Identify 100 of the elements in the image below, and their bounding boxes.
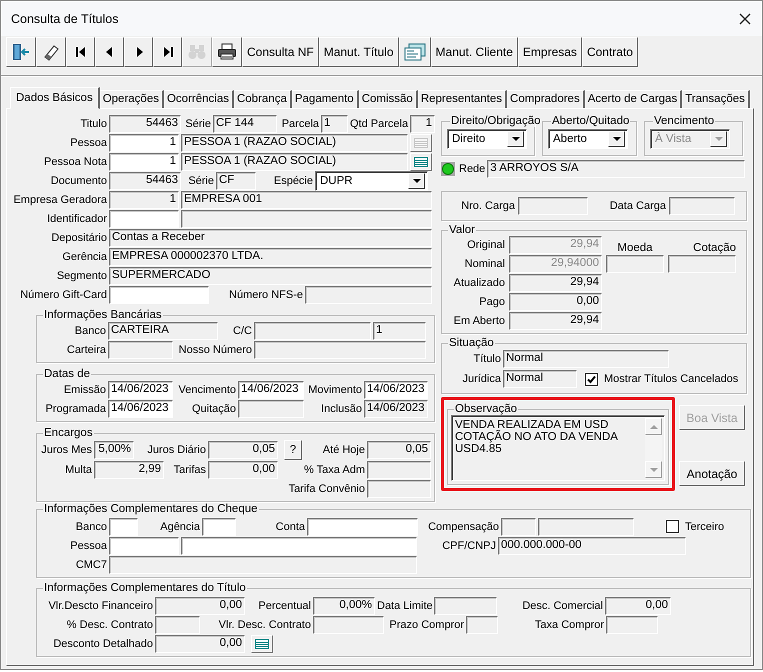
text-field[interactable]: EMPRESA 001 <box>181 190 432 208</box>
text-field[interactable] <box>518 197 588 215</box>
toolbar-button[interactable] <box>153 37 182 67</box>
text-field[interactable] <box>109 286 209 304</box>
list-button[interactable] <box>410 152 432 170</box>
text-field[interactable]: 1 <box>410 114 435 132</box>
toolbar-button[interactable] <box>6 37 36 67</box>
text-field[interactable] <box>606 616 658 634</box>
help-button[interactable]: ? <box>284 440 302 460</box>
text-field[interactable]: 0,00 <box>155 596 245 614</box>
text-field[interactable] <box>109 536 179 554</box>
text-field[interactable] <box>669 197 735 215</box>
tab[interactable]: Operações <box>100 90 164 108</box>
text-field[interactable] <box>181 210 432 228</box>
checkbox[interactable] <box>585 372 598 386</box>
text-field[interactable] <box>109 556 417 574</box>
text-field[interactable]: 54463 <box>109 114 181 132</box>
text-field[interactable]: CF 144 <box>213 114 277 132</box>
text-field[interactable] <box>367 460 431 478</box>
text-field[interactable]: 0,00 <box>208 460 278 478</box>
tab[interactable]: Acerto de Cargas <box>584 90 682 108</box>
tab[interactable]: Transações <box>682 90 750 108</box>
text-field[interactable] <box>538 518 634 536</box>
list-icon <box>414 138 428 148</box>
text-field[interactable]: Contas a Receber <box>109 228 432 246</box>
text-field[interactable]: 0,00 <box>509 293 602 311</box>
text-field[interactable]: 14/06/2023 <box>108 400 173 418</box>
text-field[interactable]: 1 <box>109 134 179 152</box>
tab[interactable]: Ocorrências <box>164 90 234 108</box>
text-field[interactable]: 1 <box>321 114 348 132</box>
tab[interactable]: Pagamento <box>292 90 359 108</box>
text-field[interactable] <box>181 536 417 554</box>
dropdown[interactable]: Direito <box>447 129 527 149</box>
text-field[interactable] <box>501 518 536 536</box>
text-field[interactable]: 0,05 <box>367 440 431 458</box>
toolbar-button[interactable]: Empresas <box>518 37 582 67</box>
toolbar-button[interactable]: Manut. Título <box>318 37 399 67</box>
text-field[interactable]: 14/06/2023 <box>364 400 428 418</box>
text-field[interactable]: EMPRESA 000002370 LTDA. <box>109 248 432 266</box>
toolbar-button[interactable]: Contrato <box>582 37 638 67</box>
text-field[interactable]: 14/06/2023 <box>364 380 428 398</box>
scrollbar[interactable] <box>645 418 662 478</box>
text-field[interactable]: 5,00% <box>94 440 134 458</box>
text-field[interactable] <box>108 340 173 358</box>
toolbar-button[interactable] <box>36 37 66 67</box>
text-field[interactable] <box>668 255 736 273</box>
text-field[interactable] <box>254 340 426 358</box>
text-field[interactable]: 1 <box>109 152 179 170</box>
checkbox[interactable] <box>666 520 679 533</box>
text-field[interactable]: 3 ARROYOS S/A <box>487 160 746 178</box>
text-field[interactable]: SUPERMERCADO <box>109 266 432 284</box>
text-field[interactable]: 1 <box>109 190 179 208</box>
text-field[interactable]: Normal <box>503 370 577 388</box>
tab[interactable]: Comissão <box>358 90 418 108</box>
tab[interactable]: Representantes <box>418 90 508 108</box>
dropdown[interactable]: Aberto <box>548 129 628 149</box>
text-field[interactable]: 0,05 <box>208 440 278 458</box>
text-field[interactable] <box>466 616 498 634</box>
toolbar-button[interactable]: Consulta NF <box>242 37 319 67</box>
text-field[interactable]: 29,94 <box>509 312 602 330</box>
text-field[interactable] <box>155 616 200 634</box>
text-field[interactable] <box>109 518 138 536</box>
text-field[interactable]: PESSOA 1 (RAZAO SOCIAL) <box>181 152 408 170</box>
text-field[interactable]: 29,94 <box>509 274 602 292</box>
tab[interactable]: Cobrança <box>234 90 292 108</box>
text-field[interactable]: Normal <box>503 350 669 368</box>
text-field[interactable]: 000.000.000-00 <box>498 536 686 554</box>
text-field[interactable]: 14/06/2023 <box>238 380 304 398</box>
text-field[interactable]: 0,00 <box>155 634 245 652</box>
text-field[interactable] <box>202 518 236 536</box>
toolbar-button[interactable] <box>124 37 153 67</box>
text-field[interactable] <box>606 255 664 273</box>
text-field[interactable] <box>367 480 431 498</box>
memo-field[interactable]: VENDA REALIZADA EM USD COTAÇÃO NO ATO DA VENDA USD4.85 <box>451 415 665 481</box>
text-field[interactable]: 14/06/2023 <box>108 380 173 398</box>
text-field[interactable]: 0,00% <box>313 596 375 614</box>
tab[interactable]: Compradores <box>507 90 585 108</box>
toolbar-button[interactable] <box>66 37 95 67</box>
text-field[interactable] <box>254 322 371 340</box>
text-field[interactable]: 2,99 <box>94 460 164 478</box>
toolbar-button[interactable] <box>95 37 124 67</box>
toolbar-button[interactable]: Manut. Cliente <box>430 37 518 67</box>
text-field[interactable] <box>307 518 418 536</box>
text-field[interactable]: CF <box>216 172 256 190</box>
text-field[interactable]: 0,00 <box>605 596 671 614</box>
text-field[interactable] <box>313 616 384 634</box>
toolbar-button[interactable] <box>212 37 242 67</box>
text-field[interactable] <box>109 210 179 228</box>
dropdown[interactable]: DUPR <box>315 170 428 190</box>
text-field[interactable]: 54463 <box>109 172 181 190</box>
text-field[interactable]: PESSOA 1 (RAZAO SOCIAL) <box>181 134 408 152</box>
toolbar-button[interactable] <box>398 37 431 67</box>
text-field[interactable] <box>305 286 432 304</box>
action-button[interactable]: Anotação <box>679 461 745 486</box>
text-field[interactable]: 1 <box>373 322 426 340</box>
text-field[interactable] <box>434 596 497 614</box>
tab[interactable]: Dados Básicos <box>10 87 100 109</box>
text-field[interactable] <box>238 400 304 418</box>
list-button[interactable] <box>251 634 273 652</box>
text-field[interactable]: CARTEIRA <box>108 322 218 340</box>
